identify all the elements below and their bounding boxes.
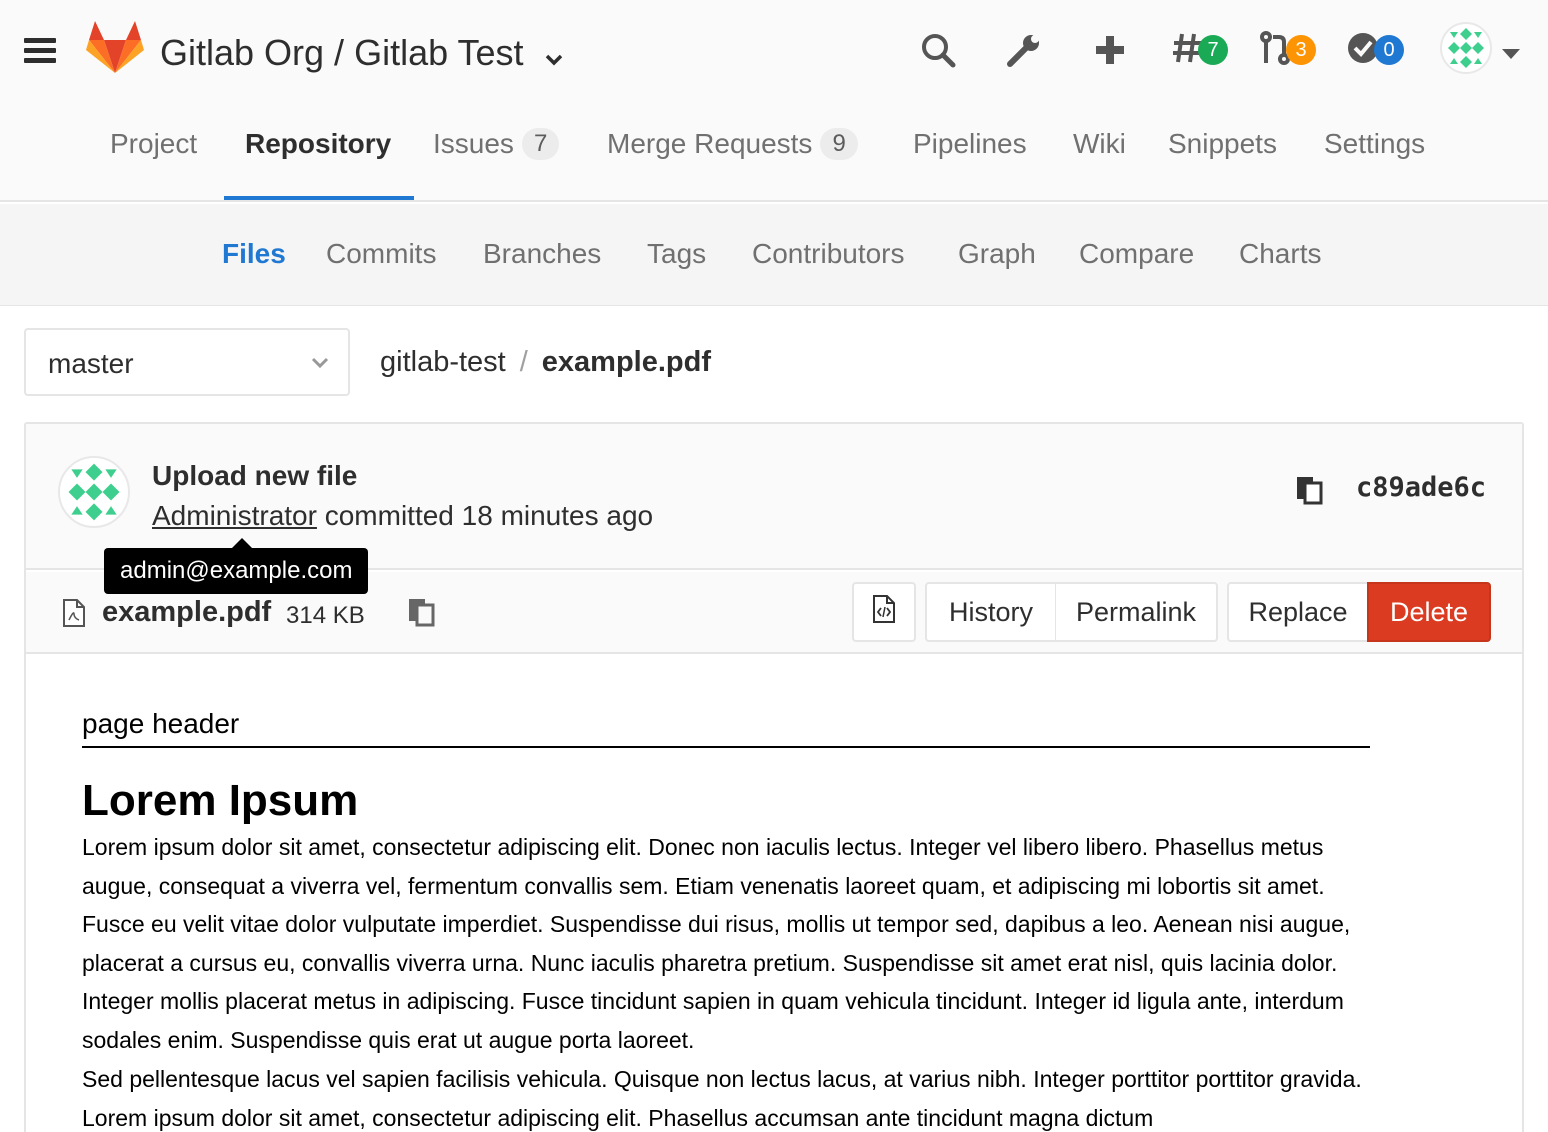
subtab-commits[interactable]: Commits — [326, 238, 436, 270]
subtab-files[interactable]: Files — [222, 238, 286, 270]
top-header: Gitlab Org / Gitlab Test 7 3 0 Project R… — [0, 0, 1548, 202]
merge-requests-tab-count-badge: 9 — [820, 128, 858, 160]
commit-meta: Administrator committed 18 minutes ago — [152, 500, 653, 532]
caret-down-icon[interactable] — [1502, 46, 1520, 64]
delete-button[interactable]: Delete — [1367, 582, 1491, 642]
merge-requests-button[interactable]: 3 — [1258, 30, 1316, 70]
subtab-charts[interactable]: Charts — [1239, 238, 1321, 270]
file-size: 314 KB — [286, 602, 365, 629]
tab-pipelines[interactable]: Pipelines — [913, 128, 1027, 202]
copy-sha-clipboard-icon[interactable] — [1294, 474, 1326, 511]
commit-author-link[interactable]: Administrator — [152, 500, 317, 531]
todos-count-badge: 7 — [1198, 35, 1228, 65]
plus-icon[interactable] — [1094, 30, 1126, 70]
subtab-contributors[interactable]: Contributors — [752, 238, 905, 270]
copy-path-clipboard-icon[interactable] — [406, 596, 438, 633]
pdf-header-rule — [82, 746, 1370, 748]
commit-action-text: committed 18 minutes ago — [324, 500, 654, 531]
breadcrumb-current-file[interactable]: example.pdf — [542, 346, 711, 378]
history-button[interactable]: History — [925, 582, 1057, 642]
project-title-text: Gitlab Org / Gitlab Test — [160, 32, 524, 73]
pipelines-count-badge: 0 — [1374, 35, 1404, 65]
search-icon[interactable] — [920, 30, 956, 70]
author-email-tooltip: admin@example.com — [104, 538, 369, 594]
project-title[interactable]: Gitlab Org / Gitlab Test — [160, 32, 564, 76]
tab-issues-label: Issues — [433, 128, 514, 159]
project-nav: Project Repository Issues 7 Merge Request… — [0, 128, 1548, 202]
chevron-down-icon — [544, 34, 564, 76]
breadcrumb-repo-link[interactable]: gitlab-test — [380, 346, 506, 378]
file-code-icon — [872, 594, 896, 631]
branch-selector[interactable]: master — [24, 328, 350, 396]
tab-repository[interactable]: Repository — [245, 128, 391, 202]
pdf-file-icon — [62, 598, 86, 633]
file-name: example.pdf — [102, 596, 272, 628]
issues-count-badge: 7 — [521, 128, 560, 160]
file-card: Upload new file Administrator committed … — [24, 422, 1524, 1132]
replace-button[interactable]: Replace — [1227, 582, 1369, 642]
tab-issues[interactable]: Issues 7 — [433, 128, 560, 202]
breadcrumb-separator: / — [519, 346, 528, 378]
tab-merge-requests[interactable]: Merge Requests 9 — [607, 128, 858, 202]
wrench-icon[interactable] — [1006, 30, 1042, 70]
breadcrumb: gitlab-test / example.pdf — [380, 346, 711, 379]
commit-author-avatar[interactable] — [58, 456, 130, 528]
active-tab-indicator — [224, 196, 414, 200]
pipelines-button[interactable]: 0 — [1346, 30, 1404, 70]
chevron-down-icon — [310, 356, 330, 375]
pdf-paragraph: Lorem ipsum dolor sit amet, consectetur … — [82, 834, 1351, 1053]
merge-requests-count-badge: 3 — [1286, 35, 1316, 65]
subtab-compare[interactable]: Compare — [1079, 238, 1194, 270]
permalink-button[interactable]: Permalink — [1055, 582, 1218, 642]
pdf-paragraph: Sed pellentesque lacus vel sapien facili… — [82, 1066, 1362, 1131]
user-avatar[interactable] — [1440, 22, 1492, 74]
pdf-heading: Lorem Ipsum — [82, 776, 359, 825]
tab-merge-requests-label: Merge Requests — [607, 128, 813, 159]
gitlab-logo[interactable] — [86, 20, 144, 79]
tab-project[interactable]: Project — [110, 128, 197, 202]
hamburger-menu-icon[interactable] — [24, 38, 56, 64]
commit-sha[interactable]: c89ade6c — [1356, 472, 1486, 503]
open-raw-button[interactable] — [852, 582, 916, 642]
subtab-graph[interactable]: Graph — [958, 238, 1036, 270]
tab-wiki[interactable]: Wiki — [1073, 128, 1126, 202]
todos-button[interactable]: 7 — [1170, 30, 1228, 70]
subtab-tags[interactable]: Tags — [647, 238, 706, 270]
branch-name: master — [48, 348, 134, 379]
tab-settings[interactable]: Settings — [1324, 128, 1425, 202]
commit-title[interactable]: Upload new file — [152, 460, 357, 492]
repository-subnav: Files Commits Branches Tags Contributors… — [0, 204, 1548, 306]
tab-snippets[interactable]: Snippets — [1168, 128, 1277, 202]
pdf-viewer: page header Lorem Ipsum Lorem ipsum dolo… — [26, 656, 1522, 1132]
pdf-page-header: page header — [82, 708, 240, 739]
subtab-branches[interactable]: Branches — [483, 238, 601, 270]
